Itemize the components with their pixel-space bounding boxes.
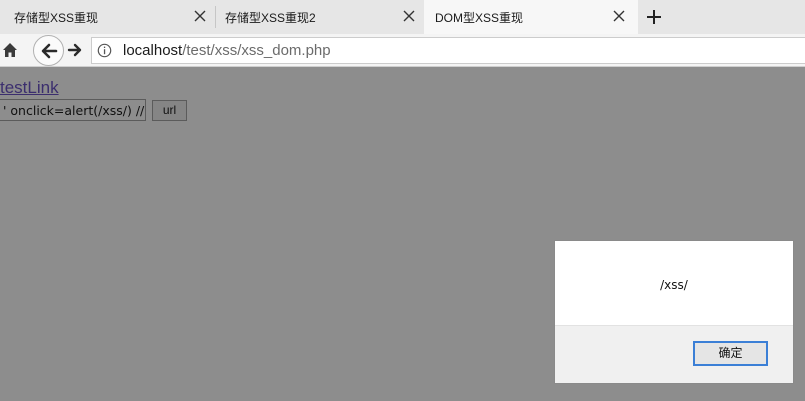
address-host: localhost (123, 42, 183, 59)
navigation-bar: localhost/test/xss/xss_dom.php (0, 34, 805, 67)
url-button[interactable]: url (152, 100, 187, 121)
alert-message: /xss/ (660, 278, 688, 292)
tab-label: 存储型XSS重现2 (225, 11, 316, 25)
back-button[interactable] (33, 35, 64, 66)
tab-label: 存储型XSS重现 (14, 11, 99, 25)
tab-bar: 存储型XSS重现 存储型XSS重现2 DOM型XSS重现 (0, 0, 805, 34)
home-icon[interactable] (2, 42, 18, 58)
test-link[interactable]: testLink (0, 78, 59, 98)
tab-label: DOM型XSS重现 (435, 11, 524, 25)
plus-icon[interactable] (644, 7, 664, 27)
address-path: /test/xss/xss_dom.php (182, 42, 331, 59)
alert-footer: 确定 (555, 325, 793, 383)
tab-stored-xss-2[interactable]: 存储型XSS重现2 (216, 0, 422, 34)
tab-dom-xss[interactable]: DOM型XSS重现 (424, 0, 638, 34)
back-icon (41, 43, 57, 58)
info-icon[interactable] (97, 43, 112, 58)
address-bar[interactable]: localhost/test/xss/xss_dom.php (91, 37, 805, 64)
address-url: localhost/test/xss/xss_dom.php (123, 42, 331, 59)
url-input[interactable]: ' onclick=alert(/xss/) // (0, 99, 146, 121)
close-icon[interactable] (612, 9, 626, 23)
forward-icon[interactable] (67, 42, 83, 58)
alert-dialog: /xss/ 确定 (554, 240, 794, 384)
ok-button[interactable]: 确定 (693, 341, 768, 366)
tab-stored-xss[interactable]: 存储型XSS重现 (0, 0, 215, 34)
close-icon[interactable] (402, 9, 416, 23)
close-icon[interactable] (193, 9, 207, 23)
